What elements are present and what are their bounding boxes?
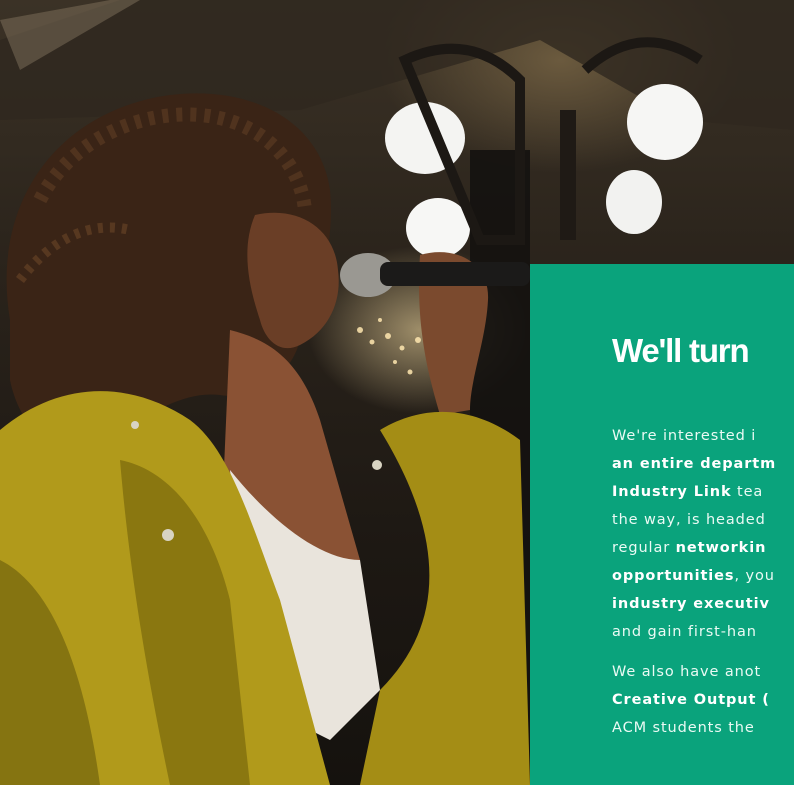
emphasis-text: opportunities — [612, 568, 735, 584]
body-text-run: tea — [731, 484, 764, 500]
content-panel: We'll turn We're interested i an entire d… — [530, 264, 794, 785]
body-line: We're interested i — [612, 422, 794, 450]
panel-headline: We'll turn — [612, 332, 750, 369]
emphasis-text: industry executiv — [612, 596, 770, 612]
body-text-run: and gain first-han — [612, 624, 757, 640]
body-text-run: ACM students the — [612, 720, 755, 736]
body-line: Industry Link tea — [612, 478, 794, 506]
body-text-run: We're interested i — [612, 428, 757, 444]
body-text-run: the way, is headed — [612, 512, 766, 528]
body-line: the way, is headed — [612, 506, 794, 534]
body-line: ACM students the — [612, 714, 794, 742]
body-line: regular networkin — [612, 534, 794, 562]
paragraph-industry-link: We're interested i an entire departm Indus… — [612, 422, 794, 646]
paragraph-creative-output: We also have anot Creative Output ( ACM st… — [612, 658, 794, 742]
body-line: industry executiv — [612, 590, 794, 618]
body-text-run: regular — [612, 540, 676, 556]
emphasis-text: Creative Output ( — [612, 692, 770, 708]
body-line: and gain first-han — [612, 618, 794, 646]
emphasis-text: Industry Link — [612, 484, 732, 500]
body-text-run: We also have anot — [612, 664, 762, 680]
panel-body: We're interested i an entire departm Indus… — [612, 422, 794, 742]
emphasis-text: networkin — [675, 540, 767, 556]
body-line: Creative Output ( — [612, 686, 794, 714]
emphasis-text: an entire departm — [612, 456, 777, 472]
body-line: an entire departm — [612, 450, 794, 478]
body-line: We also have anot — [612, 658, 794, 686]
body-text-run: , you — [734, 568, 775, 584]
body-line: opportunities, you — [612, 562, 794, 590]
hero-section: We'll turn We're interested i an entire d… — [0, 0, 794, 785]
